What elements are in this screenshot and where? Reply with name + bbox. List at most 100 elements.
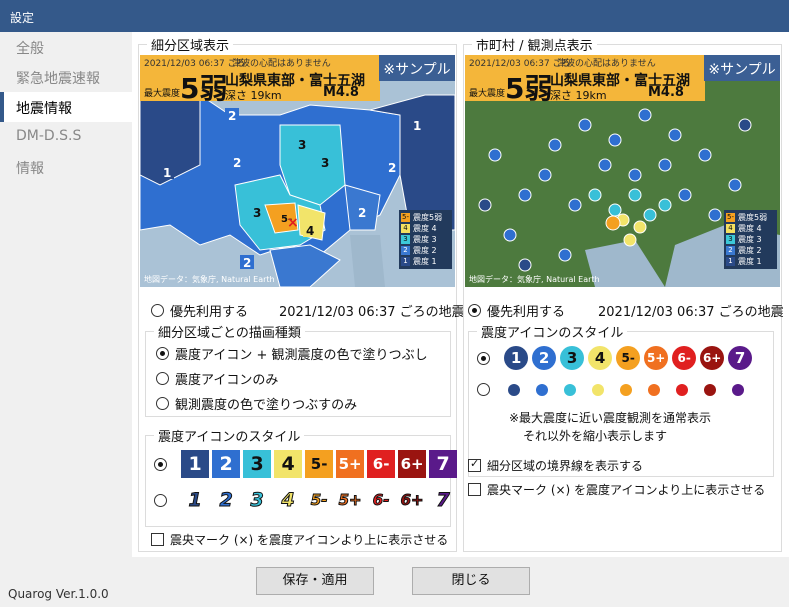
draw-option-icon-fill[interactable]: 震度アイコン + 観測震度の色で塗りつぶし: [156, 344, 428, 363]
icon-style-dot-option[interactable]: [477, 382, 754, 397]
left-priority-option[interactable]: 優先利用する: [151, 301, 248, 320]
legend-label: 震度 1: [738, 257, 762, 266]
sidebar-item-general[interactable]: 全般: [0, 32, 132, 62]
right-epicenter-checkbox[interactable]: [468, 483, 481, 496]
icon-style-outline-option[interactable]: 1 2 3 4 5- 5+ 6- 6+ 7: [154, 486, 460, 514]
legend-swatch: 2: [726, 246, 735, 255]
svg-text:2: 2: [243, 256, 251, 270]
svg-text:2: 2: [228, 109, 236, 123]
left-epicenter-checkbox[interactable]: [151, 533, 164, 546]
map-credit: 地図データ：気象庁, Natural Earth: [144, 275, 275, 284]
draw-option-icon-only[interactable]: 震度アイコンのみ: [156, 369, 278, 388]
left-icon-style-title: 震度アイコンのスタイル: [154, 426, 305, 445]
circle-icon-3: 3: [560, 346, 585, 370]
circle-icon-4: 4: [588, 346, 613, 370]
right-priority-radio[interactable]: [468, 304, 481, 317]
draw-option-radio[interactable]: [156, 397, 169, 410]
dot-icon-1: [508, 383, 521, 396]
icon-style-circle-radio[interactable]: [477, 351, 490, 365]
intensity-legend: 5- 震度5弱 4 震度 4 3 震度 3 2 震度 2 1 震度 1: [399, 210, 452, 269]
quake-magnitude: M4.8: [648, 85, 684, 100]
right-priority-option[interactable]: 優先利用する: [468, 301, 565, 320]
intensity-icon-2: 2: [219, 489, 233, 512]
dot-icon-7: [732, 383, 745, 396]
dot-icon-5m: [620, 383, 633, 396]
tsunami-note: 津波の心配はありません: [557, 59, 656, 69]
intensity-icon-4: 4: [274, 450, 303, 478]
left-caption: 2021/12/03 06:37 ごろの地震: [279, 305, 465, 320]
dot-icon-3: [564, 383, 577, 396]
draw-option-radio[interactable]: [156, 372, 169, 385]
intensity-icon-3: 3: [243, 450, 272, 478]
draw-option-radio[interactable]: [156, 347, 169, 360]
icon-style-square-radio[interactable]: [154, 457, 167, 471]
legend-row: 4 震度 4: [401, 223, 450, 234]
icon-style-dot-radio[interactable]: [477, 383, 490, 396]
intensity-icon-7: 7: [429, 450, 458, 478]
draw-option-label: 観測震度の色で塗りつぶすのみ: [175, 398, 358, 413]
svg-text:2: 2: [233, 156, 241, 170]
legend-label: 震度 4: [738, 224, 762, 233]
legend-swatch: 5-: [726, 213, 735, 222]
legend-row: 3 震度 3: [726, 234, 775, 245]
right-epicenter-option[interactable]: 震央マーク (×) を震度アイコンより上に表示させる: [468, 481, 765, 498]
dialog-footer: 保存・適用 閉じる Quarog Ver.1.0.0: [0, 557, 789, 607]
left-icon-style-group: 震度アイコンのスタイル 1 2 3 4 5- 5+ 6- 6+ 7 1 2 3 4 5- 5+ 6- 6+ 7: [145, 426, 458, 527]
svg-text:3: 3: [298, 138, 306, 152]
quake-depth: 深さ 19km: [225, 89, 282, 102]
right-caption: 2021/12/03 06:37 ごろの地震: [598, 305, 784, 320]
intensity-icon-5p: 5+: [338, 491, 362, 510]
legend-row: 1 震度 1: [401, 256, 450, 267]
legend-label: 震度5弱: [413, 213, 443, 222]
draw-option-label: 震度アイコンのみ: [175, 373, 279, 388]
icon-style-square-option[interactable]: 1 2 3 4 5- 5+ 6- 6+ 7: [154, 450, 460, 478]
draw-option-fill-only[interactable]: 観測震度の色で塗りつぶすのみ: [156, 394, 357, 413]
circle-icon-2: 2: [532, 346, 557, 370]
quake-depth: 深さ 19km: [550, 89, 607, 102]
right-epicenter-label: 震央マーク (×) を震度アイコンより上に表示させる: [487, 483, 766, 497]
intensity-icon-5m: 5-: [310, 491, 328, 510]
legend-swatch: 3: [726, 235, 735, 244]
legend-swatch: 3: [401, 235, 410, 244]
draw-option-label: 震度アイコン + 観測震度の色で塗りつぶし: [175, 348, 428, 363]
close-button[interactable]: 閉じる: [412, 567, 530, 595]
version-label: Quarog Ver.1.0.0: [8, 587, 109, 601]
legend-label: 震度5弱: [738, 213, 768, 222]
circle-icon-5m: 5-: [616, 346, 641, 370]
legend-swatch: 4: [726, 224, 735, 233]
sidebar-item-info[interactable]: 情報: [0, 152, 132, 182]
legend-swatch: 1: [726, 257, 735, 266]
window-title: 設定: [10, 11, 35, 25]
intensity-icon-6m: 6-: [367, 450, 396, 478]
max-intensity-value: 5弱: [505, 72, 553, 105]
display-note-2: それ以外を縮小表示します: [523, 429, 668, 443]
right-icon-style-title: 震度アイコンのスタイル: [477, 322, 628, 341]
circle-icon-6p: 6+: [700, 346, 725, 370]
save-apply-button[interactable]: 保存・適用: [256, 567, 374, 595]
icon-style-outline-radio[interactable]: [154, 493, 167, 507]
right-icon-style-group: 震度アイコンのスタイル 1 2 3 4 5- 5+ 6- 6+ 7 ※最大震度に近い震度観測を通…: [468, 322, 774, 477]
intensity-icon-7: 7: [436, 489, 450, 512]
left-epicenter-option[interactable]: 震央マーク (×) を震度アイコンより上に表示させる: [151, 531, 448, 548]
boundary-checkbox[interactable]: [468, 457, 481, 472]
sidebar-item-earthquake-info[interactable]: 地震情報: [0, 92, 132, 122]
quake-header-card: 2021/12/03 06:37 ごろ 津波の心配はありません 最大震度 5弱 …: [140, 55, 380, 105]
legend-label: 震度 1: [413, 257, 437, 266]
right-priority-label: 優先利用する: [487, 305, 566, 320]
svg-text:1: 1: [413, 119, 421, 133]
legend-row: 5- 震度5弱: [726, 212, 775, 223]
boundary-option[interactable]: 細分区域の境界線を表示する: [468, 457, 643, 474]
legend-row: 1 震度 1: [726, 256, 775, 267]
legend-label: 震度 4: [413, 224, 437, 233]
map-credit: 地図データ：気象庁, Natural Earth: [469, 275, 600, 284]
dot-icon-2: [536, 383, 549, 396]
sidebar-item-eew[interactable]: 緊急地震速報: [0, 62, 132, 92]
legend-swatch: 5-: [401, 213, 410, 222]
sample-badge: ※サンプル: [379, 55, 455, 81]
left-priority-radio[interactable]: [151, 304, 164, 317]
intensity-legend: 5- 震度5弱 4 震度 4 3 震度 3 2 震度 2 1 震度 1: [724, 210, 777, 269]
max-intensity-label: 最大震度: [469, 89, 506, 99]
tsunami-note: 津波の心配はありません: [232, 59, 331, 69]
sidebar-item-dmdss[interactable]: DM-D.S.S: [0, 122, 132, 152]
icon-style-circle-option[interactable]: 1 2 3 4 5- 5+ 6- 6+ 7: [477, 346, 756, 370]
